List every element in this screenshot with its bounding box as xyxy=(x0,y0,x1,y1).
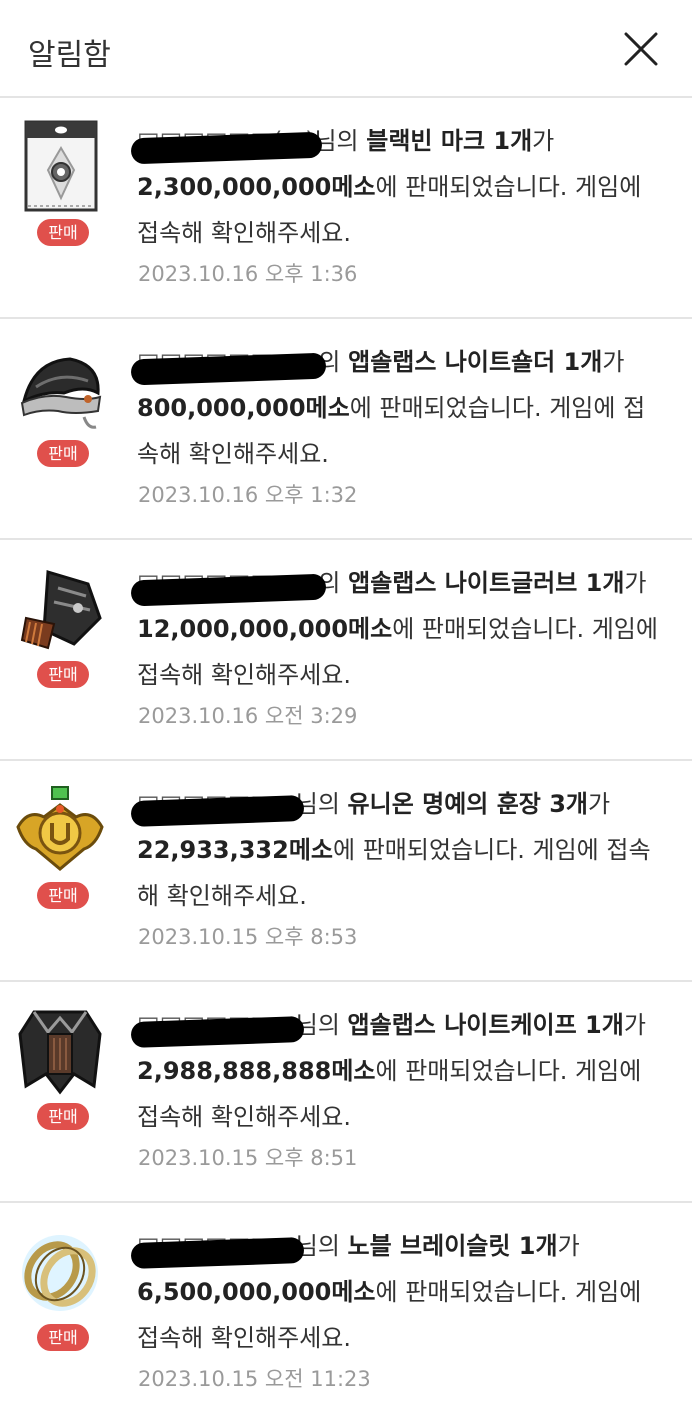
knight-glove-icon xyxy=(20,570,102,650)
sale-price: 6,500,000,000메소 xyxy=(137,1278,376,1306)
item-name: 앱솔랩스 나이트숄더 1개 xyxy=(348,348,603,376)
sold-badge: 판매 xyxy=(37,219,89,246)
notification-message: □□□□□□(□)님의 블랙빈 마크 1개가 2,300,000,000메소에 … xyxy=(130,118,667,256)
timestamp: 2023.10.16 오전 3:29 xyxy=(138,704,358,728)
seller-name-redacted: □□□□□□(□) xyxy=(130,127,323,165)
notification-list: 판매 □□□□□□(□)님의 블랙빈 마크 1개가 2,300,000,000메… xyxy=(0,98,692,1424)
item-name: 앱솔랩스 나이트케이프 1개 xyxy=(347,1011,624,1039)
notification-item[interactable]: 판매 □□□□□□□□의 앱솔랩스 나이트숄더 1개가 800,000,000메… xyxy=(0,319,692,540)
noble-bracelet-icon xyxy=(22,1235,98,1311)
item-name: 노블 브레이슬릿 1개 xyxy=(347,1232,558,1260)
sold-badge: 판매 xyxy=(37,440,89,467)
timestamp: 2023.10.15 오전 11:23 xyxy=(138,1367,371,1391)
knight-cape-icon xyxy=(18,1010,102,1095)
blackbean-mark-icon xyxy=(24,120,98,212)
notification-message: □□□□□□□□의 앱솔랩스 나이트숄더 1개가 800,000,000메소에 … xyxy=(130,339,667,477)
notification-item[interactable]: 판매 □□□□□□□님의 앱솔랩스 나이트케이프 1개가 2,988,888,8… xyxy=(0,982,692,1203)
item-name: 앱솔랩스 나이트글러브 1개 xyxy=(348,569,625,597)
notification-message: □□□□□□□님의 앱솔랩스 나이트케이프 1개가 2,988,888,888메… xyxy=(130,1002,667,1140)
timestamp: 2023.10.15 오후 8:53 xyxy=(138,925,358,949)
notification-item[interactable]: 판매 □□□□□□□님의 유니온 명예의 훈장 3개가 22,933,332메소… xyxy=(0,761,692,982)
page-title: 알림함 xyxy=(28,38,111,73)
notification-message: □□□□□□□님의 노블 브레이슬릿 1개가 6,500,000,000메소에 … xyxy=(130,1223,667,1361)
sale-price: 22,933,332메소 xyxy=(137,836,333,864)
sold-badge: 판매 xyxy=(37,1324,89,1351)
seller-name-redacted: □□□□□□□ xyxy=(130,790,305,828)
notification-item[interactable]: 판매 □□□□□□(□)님의 블랙빈 마크 1개가 2,300,000,000메… xyxy=(0,98,692,319)
timestamp: 2023.10.15 오후 8:51 xyxy=(138,1146,358,1170)
sold-badge: 판매 xyxy=(37,882,89,909)
header: 알림함 xyxy=(0,0,692,98)
seller-name-redacted: □□□□□□□□ xyxy=(130,348,327,386)
knight-shoulder-icon xyxy=(20,357,102,429)
sale-price: 2,988,888,888메소 xyxy=(137,1057,376,1085)
item-name: 유니온 명예의 훈장 3개 xyxy=(347,790,589,818)
close-icon[interactable] xyxy=(620,28,662,70)
notification-item[interactable]: 판매 □□□□□□□□의 앱솔랩스 나이트글러브 1개가 12,000,000,… xyxy=(0,540,692,761)
notification-item[interactable]: 판매 □□□□□□□님의 노블 브레이슬릿 1개가 6,500,000,000메… xyxy=(0,1203,692,1424)
sold-badge: 판매 xyxy=(37,661,89,688)
seller-name-redacted: □□□□□□□ xyxy=(130,1232,305,1270)
notification-message: □□□□□□□□의 앱솔랩스 나이트글러브 1개가 12,000,000,000… xyxy=(130,560,667,698)
seller-name-redacted: □□□□□□□ xyxy=(130,1011,305,1049)
sale-price: 800,000,000메소 xyxy=(137,394,350,422)
union-medal-icon xyxy=(16,786,104,871)
timestamp: 2023.10.16 오후 1:32 xyxy=(138,483,358,507)
item-name: 블랙빈 마크 1개 xyxy=(366,127,533,155)
seller-name-redacted: □□□□□□□□ xyxy=(130,569,327,607)
timestamp: 2023.10.16 오후 1:36 xyxy=(138,262,358,286)
sale-price: 12,000,000,000메소 xyxy=(137,615,393,643)
notification-message: □□□□□□□님의 유니온 명예의 훈장 3개가 22,933,332메소에 판… xyxy=(130,781,667,919)
sold-badge: 판매 xyxy=(37,1103,89,1130)
sale-price: 2,300,000,000메소 xyxy=(137,173,376,201)
